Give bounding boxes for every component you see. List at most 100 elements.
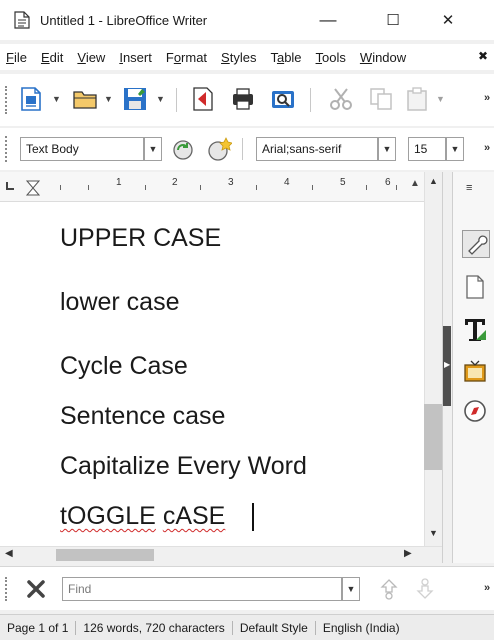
page-icon[interactable] <box>462 274 488 300</box>
status-word-count[interactable]: 126 words, 720 characters <box>76 620 233 635</box>
status-language[interactable]: English (India) <box>316 621 407 635</box>
menu-styles[interactable]: Styles <box>221 50 256 65</box>
gallery-icon[interactable] <box>462 358 488 384</box>
collapse-arrow-icon: ▶ <box>444 360 451 369</box>
ruler-number: 6 <box>385 177 391 188</box>
chevron-down-icon: ▼ <box>148 144 158 154</box>
scroll-down-icon[interactable]: ▼ <box>429 528 438 538</box>
save-dropdown-arrow-icon[interactable]: ▼ <box>156 94 165 104</box>
find-dropdown-button[interactable]: ▼ <box>342 577 360 601</box>
document-app-icon <box>14 11 30 29</box>
scroll-up-icon[interactable]: ▲ <box>429 176 438 186</box>
menu-table[interactable]: Table <box>270 50 301 65</box>
document-line[interactable]: UPPER CASE <box>60 224 221 253</box>
close-button[interactable]: ✕ <box>425 0 471 40</box>
paste-icon[interactable] <box>404 86 430 112</box>
paragraph-style-combo[interactable]: Text Body <box>20 137 144 161</box>
toolbar-grip[interactable] <box>5 577 9 601</box>
print-icon[interactable] <box>230 86 256 112</box>
menu-tools[interactable]: Tools <box>316 50 346 65</box>
new-document-icon[interactable] <box>18 86 44 112</box>
close-find-icon[interactable] <box>26 580 46 601</box>
status-page-style[interactable]: Default Style <box>233 620 316 635</box>
menu-bar: File Edit View Insert Format Styles Tabl… <box>0 44 494 70</box>
paragraph-style-value: Text Body <box>26 142 79 156</box>
standard-toolbar-overflow-icon[interactable]: » <box>484 92 490 104</box>
ruler-tick <box>60 185 61 190</box>
document-line[interactable]: Sentence case <box>60 402 225 431</box>
title-bar: Untitled 1 - LibreOffice Writer — ☐ ✕ <box>0 0 494 40</box>
tab-stop-type-icon[interactable] <box>6 182 14 190</box>
find-next-icon[interactable] <box>414 577 436 604</box>
right-indent-marker-icon[interactable]: ▲ <box>410 178 420 189</box>
formatting-toolbar-overflow-icon[interactable]: » <box>484 142 490 154</box>
menu-close-document-icon[interactable]: ✖ <box>478 49 488 63</box>
vertical-scrollbar[interactable]: ▲ ▼ <box>424 172 442 546</box>
toolbar-grip[interactable] <box>5 86 9 114</box>
export-pdf-icon[interactable] <box>190 86 216 112</box>
find-input[interactable]: Find <box>62 577 342 601</box>
misspelled-word[interactable]: cASE <box>163 502 226 530</box>
copy-icon[interactable] <box>368 86 394 112</box>
scroll-left-icon[interactable]: ◀ <box>5 548 13 559</box>
sidebar-collapse-handle[interactable]: ▶ <box>443 326 451 406</box>
toolbar-separator <box>310 88 311 112</box>
document-line[interactable]: Cycle Case <box>60 352 188 381</box>
misspelled-word[interactable]: tOGGLE <box>60 502 156 530</box>
chevron-down-icon: ▼ <box>346 584 356 594</box>
document-area[interactable]: UPPER CASE lower case Cycle Case Sentenc… <box>0 202 424 546</box>
toolbar-grip[interactable] <box>5 136 9 162</box>
horizontal-ruler[interactable]: 1 2 3 4 5 6 ▲ <box>0 172 442 202</box>
find-toolbar-overflow-icon[interactable]: » <box>484 582 490 594</box>
menu-view[interactable]: View <box>77 50 105 65</box>
ruler-number: 4 <box>284 177 290 188</box>
horizontal-scroll-thumb[interactable] <box>56 549 154 561</box>
print-preview-icon[interactable] <box>270 86 296 112</box>
new-style-icon[interactable] <box>206 136 233 162</box>
styles-t-icon[interactable] <box>462 316 488 342</box>
navigator-compass-icon[interactable] <box>462 398 488 424</box>
menu-edit[interactable]: Edit <box>41 50 63 65</box>
formatting-toolbar: Text Body ▼ Arial;sans-serif ▼ 15 ▼ » <box>0 128 494 170</box>
indent-marker-icon[interactable] <box>25 180 41 199</box>
toolbar-separator <box>176 88 177 112</box>
ruler-tick <box>312 185 313 190</box>
cut-icon[interactable] <box>328 86 354 112</box>
menu-format[interactable]: Format <box>166 50 207 65</box>
new-dropdown-arrow-icon[interactable]: ▼ <box>52 94 61 104</box>
font-name-combo[interactable]: Arial;sans-serif <box>256 137 378 161</box>
font-size-dropdown-button[interactable]: ▼ <box>446 137 464 161</box>
document-line[interactable]: Capitalize Every Word <box>60 452 307 481</box>
paste-dropdown-arrow-icon[interactable]: ▼ <box>436 94 445 104</box>
font-size-combo[interactable]: 15 <box>408 137 446 161</box>
document-line-toggle-case[interactable]: tOGGLE cASE <box>60 502 225 531</box>
document-line[interactable]: lower case <box>60 288 180 317</box>
ruler-tick <box>396 185 397 190</box>
menu-file[interactable]: File <box>6 50 27 65</box>
find-previous-icon[interactable] <box>378 577 400 604</box>
minimize-button[interactable]: — <box>305 0 351 40</box>
menu-insert[interactable]: Insert <box>119 50 152 65</box>
font-name-dropdown-button[interactable]: ▼ <box>378 137 396 161</box>
save-icon[interactable] <box>122 86 148 112</box>
font-size-value: 15 <box>414 142 428 156</box>
status-page[interactable]: Page 1 of 1 <box>0 620 77 635</box>
maximize-button[interactable]: ☐ <box>370 0 416 40</box>
open-folder-icon[interactable] <box>72 86 98 112</box>
text-cursor <box>252 503 254 531</box>
properties-wrench-icon[interactable] <box>462 230 490 258</box>
window-title: Untitled 1 - LibreOffice Writer <box>40 12 208 28</box>
scroll-right-icon[interactable]: ▶ <box>404 548 412 559</box>
font-name-value: Arial;sans-serif <box>262 142 342 156</box>
ruler-tick <box>366 185 367 190</box>
sidebar-menu-icon[interactable]: ≡ <box>466 182 472 194</box>
vertical-scroll-thumb[interactable] <box>424 404 442 470</box>
menu-window[interactable]: Window <box>360 50 406 65</box>
ruler-number: 5 <box>340 177 346 188</box>
update-style-icon[interactable] <box>170 136 196 162</box>
status-bar: Page 1 of 1 126 words, 720 characters De… <box>0 614 494 640</box>
ruler-tick <box>256 185 257 190</box>
open-dropdown-arrow-icon[interactable]: ▼ <box>104 94 113 104</box>
paragraph-style-dropdown-button[interactable]: ▼ <box>144 137 162 161</box>
ruler-tick <box>88 185 89 190</box>
